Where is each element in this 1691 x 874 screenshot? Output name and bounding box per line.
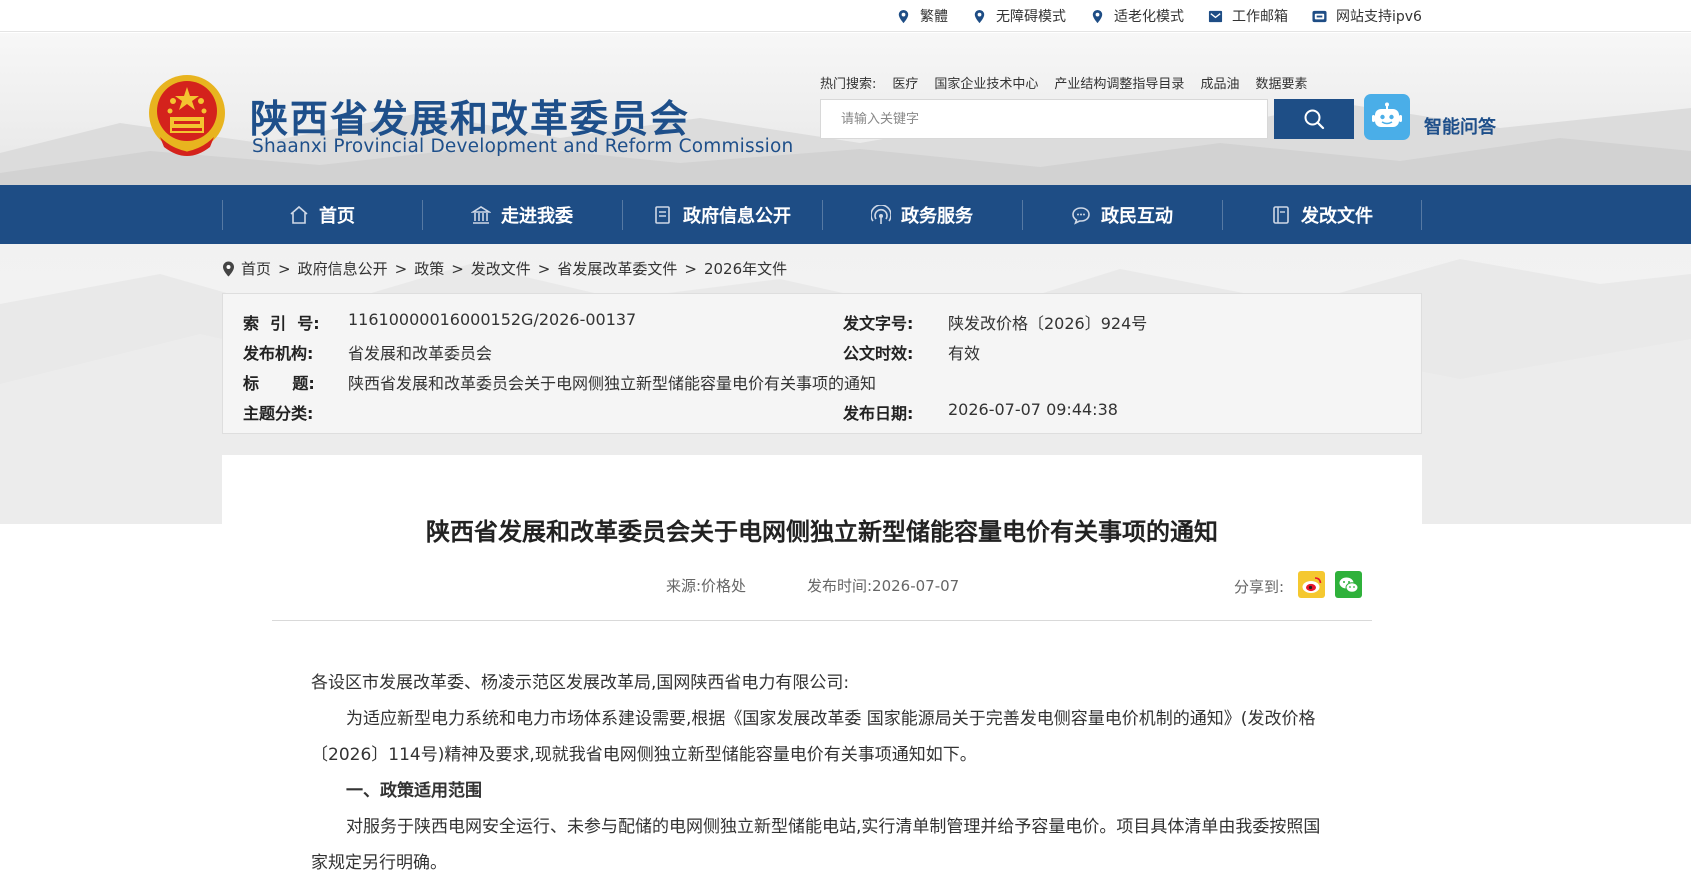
breadcrumb-item[interactable]: 政策: [414, 258, 444, 279]
validity-label: 公文时效:: [843, 344, 914, 363]
national-emblem-icon: [149, 75, 225, 156]
ipv6-icon: [1312, 10, 1327, 22]
breadcrumb-item[interactable]: 2026年文件: [704, 258, 787, 279]
share-wechat-button[interactable]: [1335, 571, 1362, 598]
weibo-icon: [1302, 576, 1321, 593]
home-icon: [290, 205, 308, 224]
search-input[interactable]: [820, 99, 1268, 139]
nav-items: 首页 走进我委 政府信息公开 政务服务 政民互动 发改文件: [222, 185, 1422, 244]
article-paragraph: 为适应新型电力系统和电力市场体系建设需要,根据《国家发展改革委 国家能源局关于完…: [311, 709, 1316, 765]
share-weibo-button[interactable]: [1298, 571, 1325, 598]
site-title-chinese: 陕西省发展和改革委员会: [250, 97, 691, 141]
index-number-label: 索 引 号:: [243, 314, 320, 333]
breadcrumb-separator: >: [278, 259, 291, 278]
nav-item-label: 发改文件: [1301, 205, 1373, 227]
document-number-value: 陕发改价格〔2026〕924号: [948, 314, 1148, 333]
publisher-label: 发布机构:: [243, 344, 314, 363]
ai-assistant-label[interactable]: 智能问答: [1424, 113, 1496, 139]
breadcrumb-item[interactable]: 省发展改革委文件: [557, 258, 677, 279]
ipv6-link[interactable]: 网站支持ipv6: [1312, 6, 1422, 26]
chat-icon: [1072, 206, 1090, 225]
nav-item-label: 走进我委: [501, 205, 573, 227]
nav-item-label: 政府信息公开: [683, 205, 791, 227]
hot-search-item[interactable]: 成品油: [1200, 73, 1239, 92]
search-button[interactable]: [1274, 99, 1354, 139]
nav-item-documents[interactable]: 发改文件: [1222, 185, 1422, 244]
publisher-value: 省发展和改革委员会: [348, 344, 493, 363]
article-divider: [272, 620, 1372, 621]
breadcrumb-separator: >: [451, 259, 464, 278]
hot-search-item[interactable]: 国家企业技术中心: [934, 73, 1038, 92]
location-pin-icon: [223, 261, 234, 276]
traditional-chinese-link[interactable]: 繁體: [896, 6, 948, 26]
document-metadata: 索 引 号: 11610000016000152G/2026-00137 发文字…: [222, 293, 1422, 434]
hot-search-item[interactable]: 数据要素: [1255, 73, 1307, 92]
work-email-link[interactable]: 工作邮箱: [1208, 6, 1288, 26]
article-title: 陕西省发展和改革委员会关于电网侧独立新型储能容量电价有关事项的通知: [426, 518, 1218, 546]
article-source: 来源:价格处: [666, 577, 747, 595]
hot-searches: 热门搜索: 医疗 国家企业技术中心 产业结构调整指导目录 成品油 数据要素: [820, 73, 1307, 92]
breadcrumb-separator: >: [537, 259, 551, 278]
document-icon: [655, 205, 670, 224]
nav-item-home[interactable]: 首页: [222, 185, 422, 244]
breadcrumb-separator: >: [394, 259, 408, 278]
robot-icon: [1372, 102, 1402, 127]
breadcrumb-item[interactable]: 首页: [241, 258, 271, 279]
nav-item-interaction[interactable]: 政民互动: [1022, 185, 1222, 244]
article-section-heading: 一、政策适用范围: [346, 781, 482, 801]
hot-search-item[interactable]: 医疗: [892, 73, 918, 92]
article-publish-time: 发布时间:2026-07-07: [807, 577, 960, 595]
article-paragraph: 对服务于陕西电网安全运行、未参与配储的电网侧独立新型储能电站,实行清单制管理并给…: [311, 817, 1321, 873]
publish-date-label: 发布日期:: [843, 404, 914, 423]
location-pin-icon: [1092, 9, 1103, 23]
signal-icon: [871, 204, 891, 224]
nav-item-about[interactable]: 走进我委: [422, 185, 622, 244]
article-paragraph: 各设区市发展改革委、杨凌示范区发展改革局,国网陕西省电力有限公司:: [311, 673, 850, 693]
publish-date-value: 2026-07-07 09:44:38: [948, 400, 1118, 419]
hot-search-item[interactable]: 产业结构调整指导目录: [1054, 73, 1184, 92]
breadcrumb-item[interactable]: 政府信息公开: [298, 258, 388, 279]
breadcrumb-item[interactable]: 发改文件: [471, 258, 531, 279]
validity-value: 有效: [948, 344, 981, 363]
title-value: 陕西省发展和改革委员会关于电网侧独立新型储能容量电价有关事项的通知: [348, 374, 877, 393]
topic-label: 主题分类:: [243, 404, 314, 423]
share-label: 分享到:: [1234, 578, 1285, 596]
title-label: 标 题:: [243, 374, 315, 393]
mail-icon: [1208, 10, 1223, 22]
wechat-icon: [1339, 577, 1358, 593]
nav-item-info-disclosure[interactable]: 政府信息公开: [622, 185, 822, 244]
ipv6-label: 网站支持ipv6: [1336, 9, 1422, 25]
search-icon: [1304, 109, 1325, 130]
elderly-mode-label: 适老化模式: [1114, 9, 1184, 25]
traditional-chinese-label: 繁體: [920, 9, 948, 25]
work-email-label: 工作邮箱: [1232, 9, 1288, 25]
site-header: 陕西省发展和改革委员会 Shaanxi Provincial Developme…: [0, 33, 1691, 185]
breadcrumb-separator: >: [684, 259, 697, 278]
article: 陕西省发展和改革委员会关于电网侧独立新型储能容量电价有关事项的通知 来源:价格处…: [222, 455, 1422, 874]
accessibility-mode-label: 无障碍模式: [996, 9, 1066, 25]
main-navigation: 首页 走进我委 政府信息公开 政务服务 政民互动 发改文件: [0, 185, 1691, 244]
site-title-english: Shaanxi Provincial Development and Refor…: [252, 136, 794, 157]
elderly-mode-link[interactable]: 适老化模式: [1090, 6, 1184, 26]
nav-item-services[interactable]: 政务服务: [822, 185, 1022, 244]
top-utility-bar: 繁體 无障碍模式 适老化模式 工作邮箱 网站支持ipv6: [0, 0, 1691, 32]
nav-item-label: 政务服务: [901, 205, 973, 227]
location-pin-icon: [898, 9, 909, 23]
location-pin-icon: [974, 9, 985, 23]
file-icon: [1273, 205, 1289, 224]
ai-assistant-button[interactable]: [1364, 94, 1410, 140]
breadcrumb: 首页 > 政府信息公开 > 政策 > 发改文件 > 省发展改革委文件 > 202…: [222, 258, 787, 279]
nav-item-label: 政民互动: [1101, 205, 1173, 227]
article-body: 各设区市发展改革委、杨凌示范区发展改革局,国网陕西省电力有限公司: 为适应新型电…: [311, 665, 1331, 874]
document-number-label: 发文字号:: [843, 314, 914, 333]
hot-search-label: 热门搜索:: [820, 77, 877, 92]
accessibility-mode-link[interactable]: 无障碍模式: [972, 6, 1066, 26]
building-icon: [471, 205, 491, 224]
nav-item-label: 首页: [319, 205, 355, 227]
utility-links: 繁體 无障碍模式 适老化模式 工作邮箱 网站支持ipv6: [896, 0, 1446, 32]
index-number-value: 11610000016000152G/2026-00137: [348, 310, 637, 329]
